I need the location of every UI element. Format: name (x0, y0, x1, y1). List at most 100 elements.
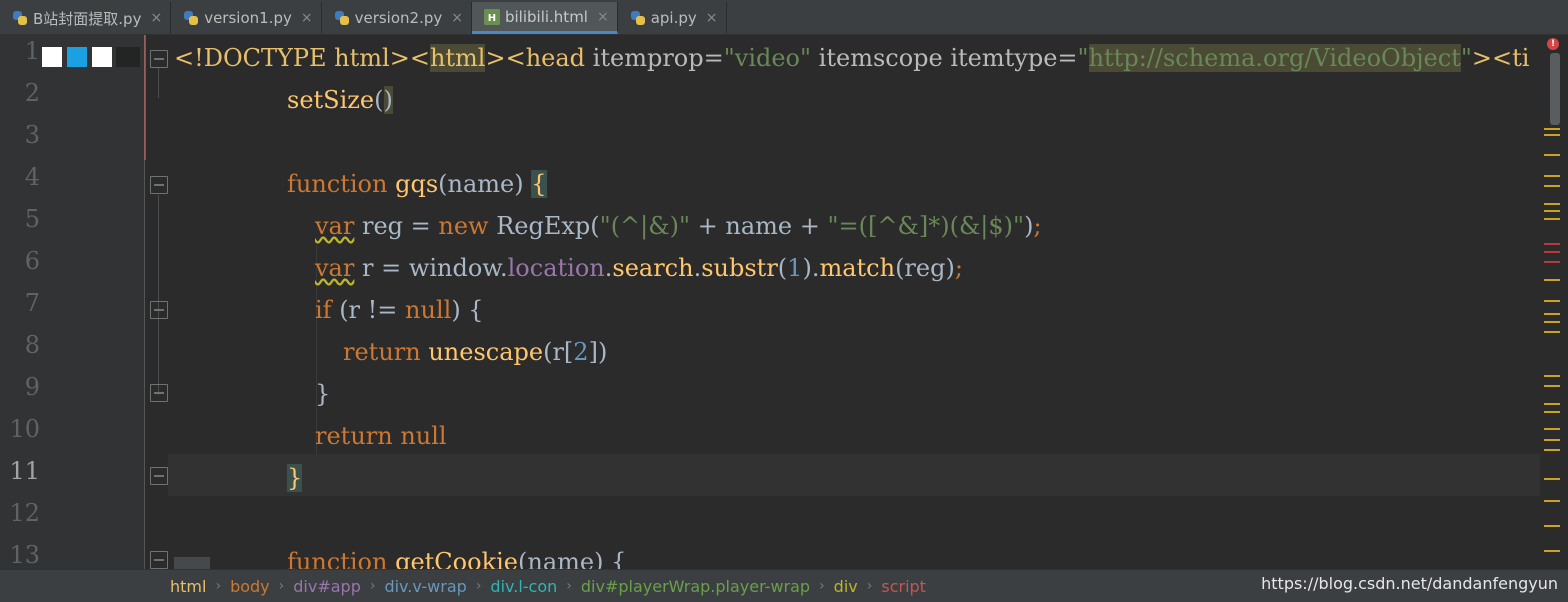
error-marker[interactable] (1544, 243, 1560, 245)
code-line-2: setSize() (287, 79, 393, 121)
token: var (315, 212, 355, 240)
tab-b-cover-extract[interactable]: B站封面提取.py × (0, 2, 172, 34)
breadcrumb-item-div-app[interactable]: div#app › (293, 577, 384, 596)
error-marker[interactable] (1544, 251, 1560, 253)
token: (name) { (518, 548, 627, 569)
warning-marker[interactable] (1544, 375, 1560, 377)
warning-marker[interactable] (1544, 203, 1560, 205)
fold-collapse-icon[interactable] (150, 176, 168, 194)
warning-marker[interactable] (1544, 300, 1560, 302)
breadcrumb-item-div[interactable]: div › (834, 577, 882, 596)
token: null (405, 296, 452, 324)
breadcrumb-item-div-l-con[interactable]: div.l-con › (490, 577, 580, 596)
token: r = window. (354, 254, 508, 282)
breadcrumb-item-script[interactable]: script (881, 577, 926, 596)
token: RegExp( (496, 212, 600, 240)
tab-version1[interactable]: version1.py × (171, 2, 322, 34)
warning-marker[interactable] (1544, 218, 1560, 220)
color-swatch-icon (42, 47, 62, 67)
warning-marker[interactable] (1544, 321, 1560, 323)
watermark-text: https://blog.csdn.net/dandanfengyun (1261, 574, 1558, 593)
close-icon[interactable]: × (451, 10, 463, 26)
line-number: 10 (9, 415, 40, 443)
fold-guide (158, 68, 159, 98)
breadcrumb-item-player-wrap[interactable]: div#playerWrap.player-wrap › (581, 577, 834, 596)
token: getCookie (395, 548, 518, 569)
warning-marker[interactable] (1544, 185, 1560, 187)
warning-marker[interactable] (1544, 411, 1560, 413)
token: function (287, 548, 396, 569)
warning-marker[interactable] (1544, 385, 1560, 387)
warning-marker[interactable] (1544, 403, 1560, 405)
tab-version2[interactable]: version2.py × (322, 2, 472, 34)
token: < (409, 44, 430, 72)
token: (name) (438, 170, 532, 198)
token: ( (777, 254, 788, 282)
error-stripe[interactable]: ! (1540, 35, 1568, 569)
warning-marker[interactable] (1544, 449, 1560, 451)
warning-marker[interactable] (1544, 279, 1560, 281)
breadcrumb-item-body[interactable]: body › (230, 577, 293, 596)
tab-label: bilibili.html (504, 7, 588, 26)
change-marker (144, 35, 146, 160)
line-number: 3 (24, 121, 40, 149)
color-swatch-icon (92, 47, 112, 67)
fold-collapse-icon[interactable] (150, 301, 168, 319)
warning-marker[interactable] (1544, 175, 1560, 177)
scrollbar-thumb[interactable] (1550, 53, 1560, 125)
fold-end-icon[interactable] (150, 384, 168, 402)
token: substr (701, 254, 778, 282)
token: http://schema.org/VideoObject (1088, 44, 1461, 72)
tab-bilibili-html[interactable]: H bilibili.html × (471, 2, 618, 34)
warning-marker[interactable] (1544, 525, 1560, 527)
line-number: 5 (24, 205, 40, 233)
code-editor[interactable]: <!DOCTYPE html><html><head itemprop="vid… (168, 35, 1540, 569)
token: ) (383, 86, 393, 114)
close-icon[interactable]: × (150, 10, 162, 26)
warning-marker[interactable] (1544, 439, 1560, 441)
code-line-5: var reg = new RegExp("(^|&)" + name + "=… (315, 205, 1042, 247)
code-line-10: return null (315, 415, 447, 457)
token: ) { (451, 296, 484, 324)
close-icon[interactable]: × (597, 9, 609, 25)
warning-marker[interactable] (1544, 428, 1560, 430)
line-number: 6 (24, 247, 40, 275)
line-number-gutter[interactable]: 1 2 3 4 5 6 7 8 9 10 11 12 13 (0, 35, 145, 569)
tab-label: B站封面提取.py (33, 9, 142, 28)
token: function (287, 170, 396, 198)
current-line-highlight (168, 454, 1540, 496)
indent-guide (316, 335, 317, 371)
close-icon[interactable]: × (301, 10, 313, 26)
warning-marker[interactable] (1544, 500, 1560, 502)
token: ). (802, 254, 820, 282)
warning-marker[interactable] (1544, 128, 1560, 130)
token: search (612, 254, 694, 282)
warning-marker[interactable] (1544, 478, 1560, 480)
close-icon[interactable]: × (706, 10, 718, 26)
line-number: 2 (24, 79, 40, 107)
code-line-7: if (r != null) { (315, 289, 484, 331)
fold-collapse-icon[interactable] (150, 551, 168, 569)
warning-marker[interactable] (1544, 210, 1560, 212)
warning-marker[interactable] (1544, 331, 1560, 333)
error-marker[interactable] (1544, 261, 1560, 263)
line-number: 9 (24, 373, 40, 401)
token: return (343, 338, 429, 366)
breadcrumb-item-div-v-wrap[interactable]: div.v-wrap › (384, 577, 490, 596)
warning-marker[interactable] (1544, 550, 1560, 552)
token: ]) (588, 338, 608, 366)
code-line-11: } (287, 457, 303, 499)
fold-collapse-icon[interactable] (150, 50, 168, 68)
token: (r[ (543, 338, 574, 366)
tab-api[interactable]: api.py × (618, 2, 727, 34)
breadcrumb-item-html[interactable]: html › (170, 577, 230, 596)
token: location (507, 254, 605, 282)
warning-marker[interactable] (1544, 134, 1560, 136)
fold-end-icon[interactable] (150, 467, 168, 485)
warning-marker[interactable] (1544, 313, 1560, 315)
error-indicator-icon[interactable]: ! (1547, 38, 1559, 50)
folded-region-marker[interactable] (174, 557, 210, 569)
warning-marker[interactable] (1544, 154, 1560, 156)
token: <!DOCTYPE html> (174, 44, 410, 72)
html-file-icon: H (483, 8, 500, 25)
